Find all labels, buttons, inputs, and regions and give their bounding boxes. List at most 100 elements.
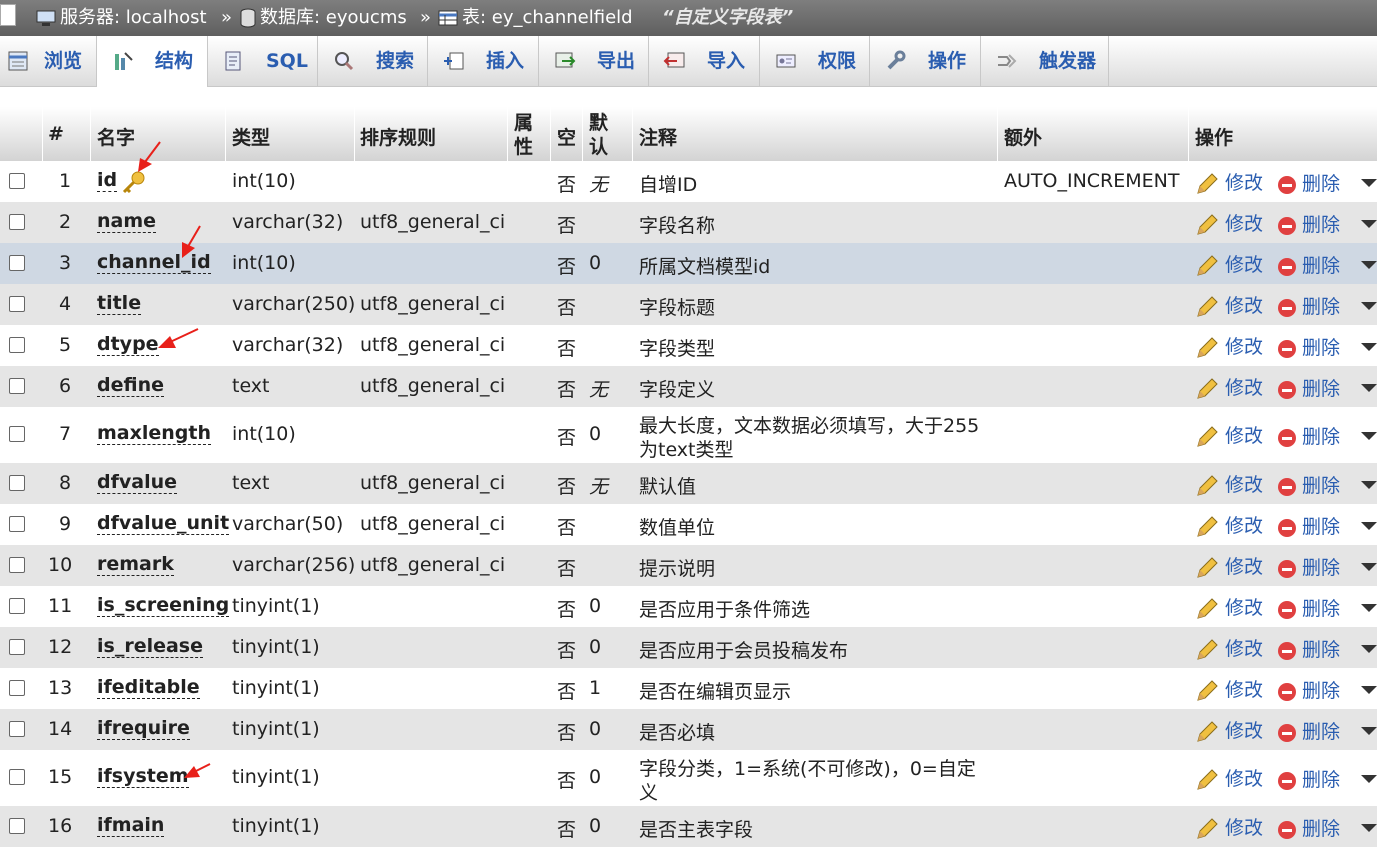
delete-button[interactable]: 删除 xyxy=(1278,471,1340,498)
tab-label: 插入 xyxy=(486,50,525,72)
tab-search[interactable]: 搜索 xyxy=(318,36,428,86)
more-actions-dropdown[interactable] xyxy=(1361,775,1377,783)
edit-button[interactable]: 修改 xyxy=(1195,168,1263,196)
more-actions-dropdown[interactable] xyxy=(1361,522,1377,530)
edit-button[interactable]: 修改 xyxy=(1195,813,1263,841)
more-actions-dropdown[interactable] xyxy=(1361,563,1377,571)
delete-icon xyxy=(1278,600,1296,619)
delete-button[interactable]: 删除 xyxy=(1278,676,1340,703)
more-actions-dropdown[interactable] xyxy=(1361,220,1377,228)
row-checkbox[interactable] xyxy=(9,598,25,614)
row-checkbox[interactable] xyxy=(9,337,25,353)
more-actions-dropdown[interactable] xyxy=(1361,645,1377,653)
more-actions-dropdown[interactable] xyxy=(1361,179,1377,187)
delete-button[interactable]: 删除 xyxy=(1278,422,1340,449)
delete-button[interactable]: 删除 xyxy=(1278,374,1340,401)
delete-button[interactable]: 删除 xyxy=(1278,765,1340,792)
row-checkbox[interactable] xyxy=(9,639,25,655)
breadcrumb-table[interactable]: 表: ey_channelfield xyxy=(438,0,633,36)
edit-button[interactable]: 修改 xyxy=(1195,421,1263,449)
row-checkbox[interactable] xyxy=(9,680,25,696)
delete-button[interactable]: 删除 xyxy=(1278,717,1340,744)
column-name-link[interactable]: name xyxy=(97,210,157,233)
delete-label: 删除 xyxy=(1302,818,1341,840)
row-checkbox[interactable] xyxy=(9,173,25,189)
column-name-link[interactable]: is_screening xyxy=(97,594,230,617)
delete-button[interactable]: 删除 xyxy=(1278,333,1340,360)
column-name-link[interactable]: channel_id xyxy=(97,251,211,274)
edit-label: 修改 xyxy=(1225,425,1264,447)
column-name-link[interactable]: ifeditable xyxy=(97,676,200,699)
edit-button[interactable]: 修改 xyxy=(1195,250,1263,278)
column-null: 否 xyxy=(557,558,577,580)
row-checkbox[interactable] xyxy=(9,721,25,737)
more-actions-dropdown[interactable] xyxy=(1361,261,1377,269)
column-collation: utf8_general_ci xyxy=(360,293,506,315)
delete-button[interactable]: 删除 xyxy=(1278,814,1340,841)
column-name-link[interactable]: define xyxy=(97,374,164,397)
row-checkbox[interactable] xyxy=(9,475,25,491)
row-checkbox[interactable] xyxy=(9,557,25,573)
column-name-link[interactable]: dfvalue_unit xyxy=(97,512,230,535)
edit-button[interactable]: 修改 xyxy=(1195,209,1263,237)
delete-label: 删除 xyxy=(1302,173,1341,195)
row-checkbox[interactable] xyxy=(9,516,25,532)
delete-button[interactable]: 删除 xyxy=(1278,169,1340,196)
tab-browse[interactable]: 浏览 xyxy=(0,36,97,86)
delete-button[interactable]: 删除 xyxy=(1278,292,1340,319)
column-comment: 是否在编辑页显示 xyxy=(639,681,792,703)
edit-button[interactable]: 修改 xyxy=(1195,373,1263,401)
tab-sql[interactable]: SQL xyxy=(208,36,318,86)
edit-button[interactable]: 修改 xyxy=(1195,332,1263,360)
tab-import[interactable]: 导入 xyxy=(649,36,760,86)
more-actions-dropdown[interactable] xyxy=(1361,432,1377,440)
tab-structure[interactable]: 结构 xyxy=(97,36,208,87)
edit-button[interactable]: 修改 xyxy=(1195,716,1263,744)
edit-button[interactable]: 修改 xyxy=(1195,634,1263,662)
edit-button[interactable]: 修改 xyxy=(1195,675,1263,703)
tab-insert[interactable]: 插入 xyxy=(428,36,539,86)
row-checkbox[interactable] xyxy=(9,426,25,442)
more-actions-dropdown[interactable] xyxy=(1361,481,1377,489)
row-checkbox[interactable] xyxy=(9,769,25,785)
row-checkbox[interactable] xyxy=(9,818,25,834)
edit-button[interactable]: 修改 xyxy=(1195,764,1263,792)
delete-button[interactable]: 删除 xyxy=(1278,512,1340,539)
breadcrumb-database[interactable]: 数据库: eyoucms xyxy=(240,0,407,36)
column-name-link[interactable]: dtype xyxy=(97,333,159,356)
more-actions-dropdown[interactable] xyxy=(1361,686,1377,694)
row-checkbox[interactable] xyxy=(9,255,25,271)
edit-button[interactable]: 修改 xyxy=(1195,470,1263,498)
more-actions-dropdown[interactable] xyxy=(1361,343,1377,351)
delete-button[interactable]: 删除 xyxy=(1278,635,1340,662)
more-actions-dropdown[interactable] xyxy=(1361,604,1377,612)
column-name-link[interactable]: id xyxy=(97,169,118,192)
edit-button[interactable]: 修改 xyxy=(1195,291,1263,319)
tab-triggers[interactable]: 触发器 xyxy=(981,36,1109,86)
breadcrumb-server[interactable]: 服务器: localhost xyxy=(36,0,207,36)
edit-button[interactable]: 修改 xyxy=(1195,511,1263,539)
edit-button[interactable]: 修改 xyxy=(1195,552,1263,580)
column-name-link[interactable]: is_release xyxy=(97,635,203,658)
delete-button[interactable]: 删除 xyxy=(1278,251,1340,278)
column-name-link[interactable]: maxlength xyxy=(97,422,212,445)
column-name-link[interactable]: remark xyxy=(97,553,174,576)
more-actions-dropdown[interactable] xyxy=(1361,727,1377,735)
delete-button[interactable]: 删除 xyxy=(1278,594,1340,621)
column-name-link[interactable]: ifrequire xyxy=(97,717,190,740)
more-actions-dropdown[interactable] xyxy=(1361,824,1377,832)
row-checkbox[interactable] xyxy=(9,378,25,394)
row-checkbox[interactable] xyxy=(9,296,25,312)
delete-button[interactable]: 删除 xyxy=(1278,210,1340,237)
tab-operations[interactable]: 操作 xyxy=(870,36,981,86)
more-actions-dropdown[interactable] xyxy=(1361,302,1377,310)
delete-button[interactable]: 删除 xyxy=(1278,553,1340,580)
column-name-link[interactable]: dfvalue xyxy=(97,471,177,494)
row-checkbox[interactable] xyxy=(9,214,25,230)
edit-button[interactable]: 修改 xyxy=(1195,593,1263,621)
column-name-link[interactable]: title xyxy=(97,292,142,315)
more-actions-dropdown[interactable] xyxy=(1361,384,1377,392)
column-name-link[interactable]: ifsystem xyxy=(97,765,189,788)
tab-privileges[interactable]: 权限 xyxy=(760,36,870,86)
tab-export[interactable]: 导出 xyxy=(539,36,649,86)
